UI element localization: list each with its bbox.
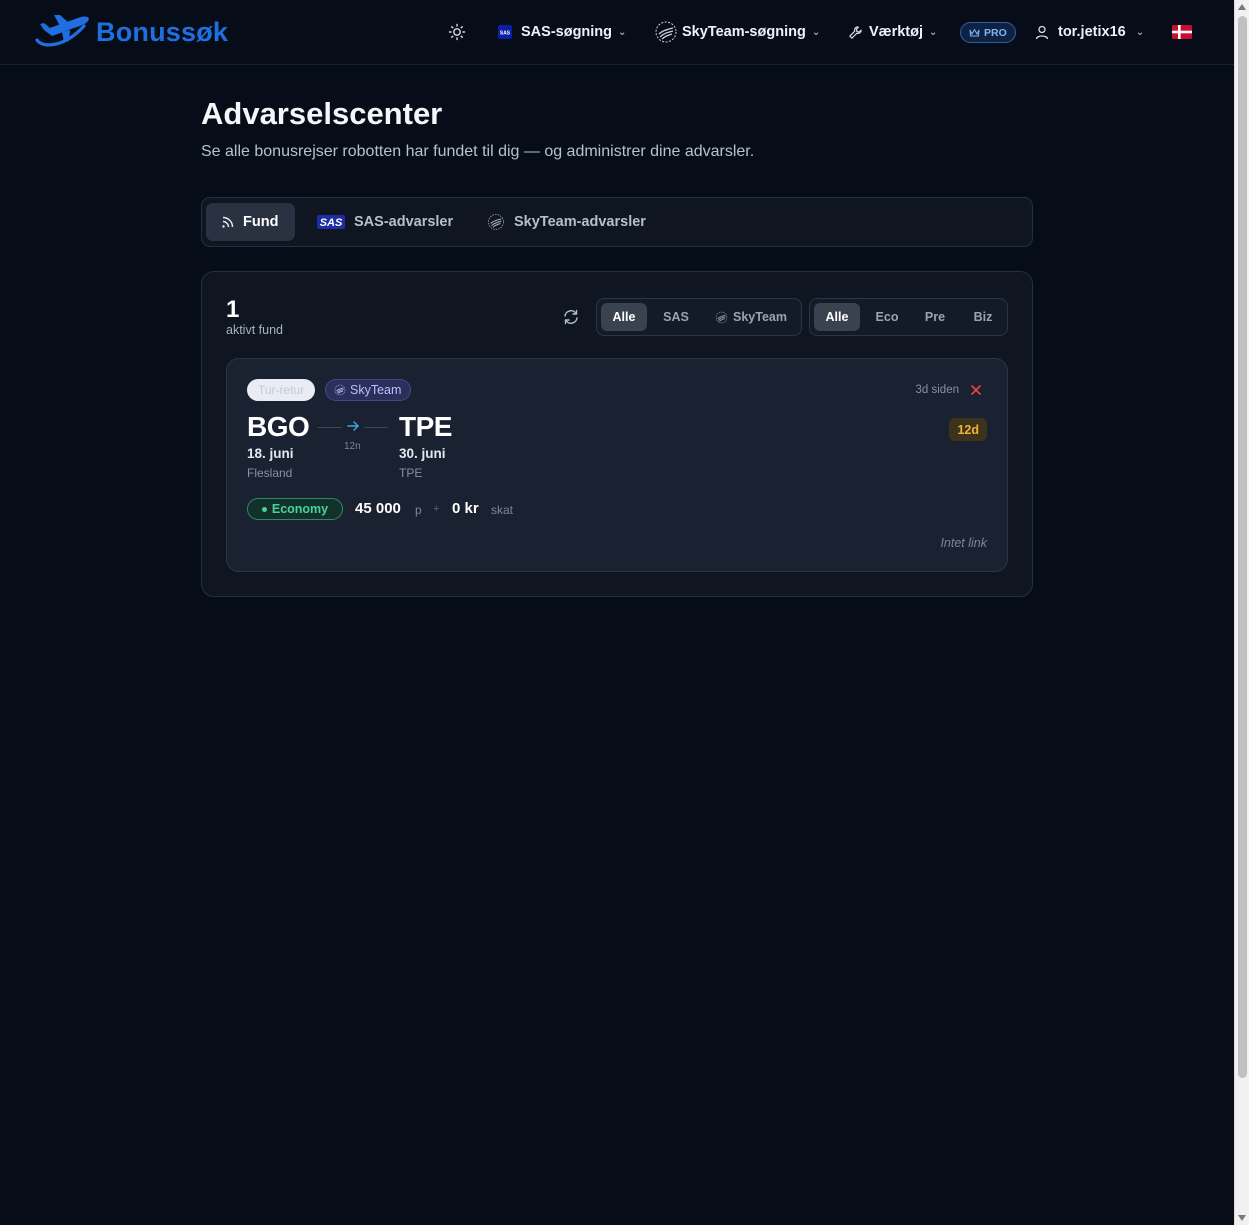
tab-fund-label: Fund bbox=[243, 214, 279, 230]
status-dot-icon bbox=[261, 506, 267, 512]
pro-badge: PRO bbox=[960, 22, 1016, 43]
trip-nights: 12n bbox=[344, 441, 361, 452]
cabin-filter-biz[interactable]: Biz bbox=[960, 303, 1006, 331]
tools-menu[interactable]: Værktøj ⌄ bbox=[848, 18, 937, 46]
page-subtitle: Se alle bonusrejser robotten har fundet … bbox=[201, 143, 755, 160]
route-line-left bbox=[318, 427, 342, 428]
brand-logo[interactable]: Bonussøk bbox=[34, 12, 228, 52]
destination-date: 30. juni bbox=[399, 446, 446, 461]
airline-filter-skyteam-label: SkyTeam bbox=[733, 310, 787, 324]
airline-filter-all[interactable]: Alle bbox=[601, 303, 647, 331]
cabin-filter-pre[interactable]: Pre bbox=[912, 303, 958, 331]
chevron-down-icon: ⌄ bbox=[929, 26, 938, 38]
tab-skyteam-alerts[interactable]: SkyTeam-advarsler bbox=[472, 203, 661, 241]
scroll-thumb[interactable] bbox=[1238, 16, 1247, 1078]
tools-label: Værktøj bbox=[869, 24, 923, 40]
active-findings-count: 1 bbox=[226, 296, 240, 323]
found-timestamp: 3d siden bbox=[915, 384, 959, 396]
origin-date: 18. juni bbox=[247, 446, 294, 461]
airline-filter-skyteam[interactable]: SkyTeam bbox=[705, 303, 797, 331]
sas-search-label: SAS-søgning bbox=[521, 24, 613, 40]
alert-tabs: Fund SAS SAS-advarsler SkyTeam-advarsler bbox=[201, 197, 1033, 247]
crown-icon bbox=[969, 28, 980, 37]
tab-sas-alerts[interactable]: SAS SAS-advarsler bbox=[302, 203, 468, 241]
scroll-up-arrow-icon[interactable] bbox=[1238, 4, 1246, 10]
tax-amount: 0 kr bbox=[452, 500, 479, 517]
sas-logo-icon: SAS bbox=[317, 215, 345, 229]
plus-sign: + bbox=[433, 503, 440, 515]
username-label: tor.jetix16 bbox=[1058, 24, 1126, 40]
tab-skyteam-alerts-label: SkyTeam-advarsler bbox=[514, 214, 646, 230]
points-unit: p bbox=[415, 503, 422, 517]
cabin-filter-all[interactable]: Alle bbox=[814, 303, 860, 331]
chevron-down-icon: ⌄ bbox=[811, 26, 821, 38]
pro-badge-label: PRO bbox=[984, 26, 1007, 39]
active-findings-label: aktivt fund bbox=[226, 323, 283, 337]
refresh-icon[interactable] bbox=[562, 308, 580, 326]
arrow-right-icon bbox=[347, 421, 359, 431]
findings-panel: 1 aktivt fund Alle SAS SkyTeam Alle Eco … bbox=[201, 271, 1033, 597]
skyteam-logo-icon bbox=[488, 214, 504, 230]
origin-airport-name: Flesland bbox=[247, 466, 293, 480]
page-title: Advarselscenter bbox=[201, 96, 443, 131]
skyteam-logo-icon bbox=[715, 311, 728, 323]
top-navbar: Bonussøk SAS SAS-søgning ⌄ SkyTeam-søgni… bbox=[0, 0, 1234, 65]
svg-text:SAS: SAS bbox=[320, 217, 343, 229]
cabin-label: Economy bbox=[271, 502, 329, 516]
destination-airport-name: TPE bbox=[399, 466, 423, 480]
origin-code: BGO bbox=[247, 411, 310, 442]
tab-fund[interactable]: Fund bbox=[206, 203, 295, 241]
sun-icon bbox=[448, 23, 466, 41]
user-icon bbox=[1035, 25, 1049, 39]
scroll-down-arrow-icon[interactable] bbox=[1238, 1215, 1246, 1221]
chevron-down-icon: ⌄ bbox=[1135, 26, 1145, 38]
brand-name: Bonussøk bbox=[96, 16, 229, 47]
skyteam-search-menu[interactable]: SkyTeam-søgning ⌄ bbox=[654, 18, 820, 46]
sas-search-menu[interactable]: SAS SAS-søgning ⌄ bbox=[498, 18, 626, 46]
cabin-filter-eco[interactable]: Eco bbox=[864, 303, 910, 331]
cabin-filter: Alle Eco Pre Biz bbox=[809, 298, 1008, 336]
wrench-icon bbox=[849, 25, 862, 39]
danish-flag-icon[interactable] bbox=[1172, 25, 1192, 39]
points-price: 45 000 bbox=[355, 500, 401, 517]
rss-feed-icon bbox=[222, 216, 234, 228]
close-icon[interactable] bbox=[969, 383, 983, 397]
route-line-right bbox=[364, 427, 388, 428]
skyteam-logo-icon bbox=[334, 384, 346, 396]
tab-sas-alerts-label: SAS-advarsler bbox=[354, 214, 454, 230]
svg-text:SAS: SAS bbox=[500, 31, 511, 37]
sas-logo-icon: SAS bbox=[498, 25, 512, 39]
finding-card[interactable]: Tur-retur SkyTeam 3d siden BGO 18. juni … bbox=[226, 358, 1008, 572]
theme-toggle-button[interactable] bbox=[447, 22, 467, 42]
trip-type-badge: Tur-retur bbox=[247, 379, 316, 401]
page-scrollbar[interactable] bbox=[1234, 0, 1249, 1225]
alliance-badge: SkyTeam bbox=[325, 379, 412, 401]
chevron-down-icon: ⌄ bbox=[618, 26, 627, 38]
booking-link-status: Intet link bbox=[940, 536, 987, 550]
tax-label: skat bbox=[491, 503, 514, 517]
alliance-label: SkyTeam bbox=[350, 383, 402, 397]
skyteam-search-label: SkyTeam-søgning bbox=[682, 24, 806, 40]
user-menu[interactable]: tor.jetix16 ⌄ bbox=[1035, 18, 1144, 46]
skyteam-logo-icon bbox=[655, 21, 677, 43]
airline-filter: Alle SAS SkyTeam bbox=[596, 298, 802, 336]
airplane-logo-icon bbox=[35, 15, 89, 47]
cabin-badge: Economy bbox=[247, 498, 343, 520]
days-until-badge: 12d bbox=[949, 418, 987, 441]
destination-code: TPE bbox=[399, 411, 452, 442]
airline-filter-sas[interactable]: SAS bbox=[651, 303, 701, 331]
